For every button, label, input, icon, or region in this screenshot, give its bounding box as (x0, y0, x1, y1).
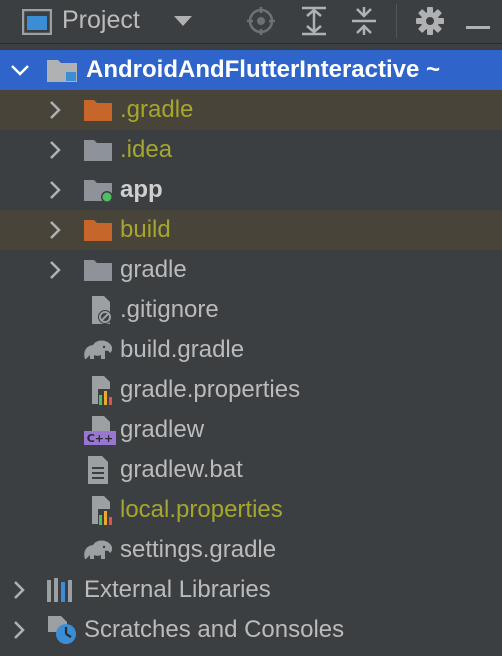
tree-item-settings-gradle[interactable]: settings.gradle (0, 530, 502, 570)
tree-item-gitignore[interactable]: .gitignore (0, 290, 502, 330)
project-toolbar: Project (0, 0, 502, 44)
tree-item-label: .idea (120, 136, 173, 163)
hide-minus-icon[interactable] (466, 19, 490, 37)
tree-item-label: gradlew (120, 416, 205, 443)
svg-text:C++: C++ (87, 432, 114, 445)
tree-item-external-libraries[interactable]: External Libraries (0, 570, 502, 610)
tree-item-gradle-folder[interactable]: gradle (0, 250, 502, 290)
project-view-title[interactable]: Project (62, 6, 140, 35)
chevron-right-icon[interactable] (12, 610, 26, 650)
tree-item-label: gradlew.bat (120, 456, 243, 483)
tree-item-build[interactable]: build (0, 210, 502, 250)
tree-item-label: .gradle (120, 96, 194, 123)
tree-item-label: gradle.properties (120, 376, 301, 403)
scratch-clock-icon (46, 610, 78, 650)
tree-item-label: gradle (120, 256, 187, 283)
dropdown-chevron-icon[interactable] (172, 14, 194, 33)
tree-item-app[interactable]: app (0, 170, 502, 210)
project-view-icon[interactable] (21, 8, 53, 40)
gradle-elephant-icon (82, 330, 114, 370)
tree-item-dot-gradle[interactable]: .gradle (0, 90, 502, 130)
ignored-file-icon (86, 290, 114, 330)
tree-item-label: settings.gradle (120, 536, 277, 563)
tree-item-label: app (120, 176, 163, 203)
chevron-down-icon[interactable] (10, 50, 30, 90)
properties-file-icon (86, 490, 114, 530)
tree-item-gradle-properties[interactable]: gradle.properties (0, 370, 502, 410)
excluded-folder-icon (84, 210, 112, 250)
chevron-right-icon[interactable] (12, 570, 26, 610)
folder-icon (84, 130, 112, 170)
tree-item-build-gradle[interactable]: build.gradle (0, 330, 502, 370)
gradle-elephant-icon (82, 530, 114, 570)
collapse-all-icon[interactable] (350, 6, 378, 41)
chevron-right-icon[interactable] (48, 210, 62, 250)
chevron-right-icon[interactable] (48, 250, 62, 290)
excluded-folder-icon (84, 90, 112, 130)
cpp-file-icon: C++ (84, 410, 116, 450)
text-file-icon (86, 450, 110, 490)
locate-target-icon[interactable] (246, 6, 276, 41)
tree-item-label: build.gradle (120, 336, 245, 363)
android-module-folder-icon (84, 170, 114, 210)
chevron-right-icon[interactable] (48, 130, 62, 170)
tree-item-dot-idea[interactable]: .idea (0, 130, 502, 170)
tree-item-gradlew-bat[interactable]: gradlew.bat (0, 450, 502, 490)
tree-item-label: local.properties (120, 496, 283, 523)
tree-root-label: AndroidAndFlutterInteractive ~ (86, 56, 441, 83)
tree-item-local-properties[interactable]: local.properties (0, 490, 502, 530)
folder-icon (84, 250, 112, 290)
tree-item-gradlew[interactable]: C++ gradlew (0, 410, 502, 450)
project-tree: AndroidAndFlutterInteractive ~ .gradle .… (0, 50, 502, 650)
tree-root-row[interactable]: AndroidAndFlutterInteractive ~ (0, 50, 502, 90)
toolbar-separator (396, 4, 397, 38)
tree-item-label: .gitignore (120, 296, 219, 323)
tree-item-label: External Libraries (84, 576, 271, 603)
chevron-right-icon[interactable] (48, 90, 62, 130)
gear-icon[interactable] (416, 7, 444, 40)
properties-file-icon (86, 370, 114, 410)
tree-item-scratches[interactable]: Scratches and Consoles (0, 610, 502, 650)
tree-item-label: build (120, 216, 171, 243)
chevron-right-icon[interactable] (48, 170, 62, 210)
tree-item-label: Scratches and Consoles (84, 616, 345, 643)
module-folder-icon (46, 50, 78, 90)
expand-all-icon[interactable] (300, 6, 328, 41)
library-icon (46, 570, 76, 610)
